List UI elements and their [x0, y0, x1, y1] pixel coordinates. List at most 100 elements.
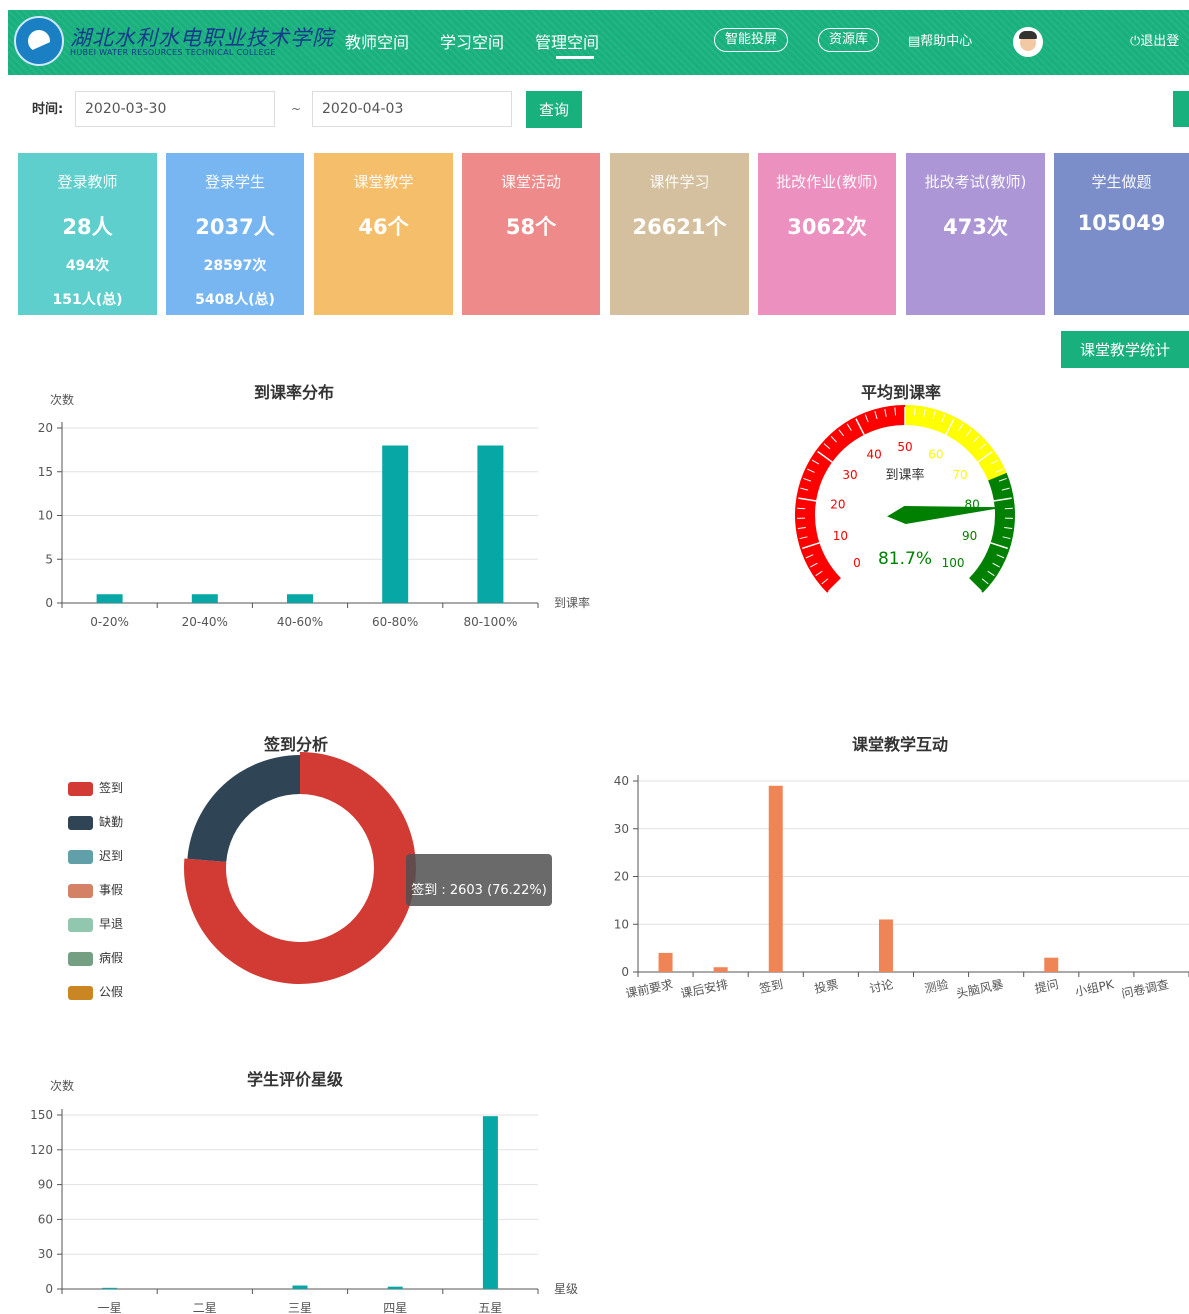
x-tick-label: 签到	[758, 976, 785, 996]
bar	[96, 594, 123, 603]
legend-item[interactable]: 公假	[68, 983, 124, 1000]
sign-in-analysis-donut	[184, 752, 416, 984]
classroom-interaction-title: 课堂教学互动	[852, 735, 949, 754]
y-tick-label: 30	[614, 822, 629, 836]
x-axis-label: 到课率	[554, 595, 590, 610]
y-tick-label: 20	[614, 870, 629, 884]
x-tick-label: 一星	[98, 1301, 122, 1314]
bar	[658, 952, 673, 972]
college-logo-subtext: HUBEI WATER RESOURCES TECHNICAL COLLEGE	[70, 48, 276, 57]
help-icon: ▤	[908, 34, 921, 49]
logout-button[interactable]: ⏻退出登	[1130, 30, 1179, 49]
time-label: 时间:	[32, 102, 64, 117]
bar	[878, 919, 893, 972]
top-navigation-bar: 湖北水利水电职业技术学院 HUBEI WATER RESOURCES TECHN…	[8, 10, 1189, 75]
card-title: 登录教师	[57, 173, 118, 191]
card-value: 46个	[358, 215, 409, 239]
end-date-input[interactable]	[312, 91, 512, 127]
card-title: 批改作业(教师)	[776, 173, 878, 191]
x-tick-label: 讨论	[868, 977, 894, 996]
gauge-tick-label: 10	[833, 529, 848, 543]
legend-item[interactable]: 事假	[68, 881, 124, 898]
average-attendance-gauge: 0102030405060708090100到课率81.7%	[795, 405, 1015, 593]
x-tick-label: 五星	[478, 1301, 502, 1314]
nav-manage-space[interactable]: 管理空间	[535, 29, 599, 53]
legend-swatch	[68, 985, 93, 1000]
legend-swatch	[68, 883, 93, 898]
legend-swatch	[68, 951, 93, 966]
card-value: 3062次	[787, 215, 867, 239]
legend-label: 公假	[99, 985, 124, 999]
date-separator: ~	[291, 102, 302, 116]
card-value: 2037人	[195, 215, 275, 239]
legend-item[interactable]: 早退	[68, 915, 123, 932]
x-tick-label: 0-20%	[90, 615, 129, 629]
x-tick-label: 40-60%	[277, 615, 323, 629]
side-tab-button[interactable]	[1173, 91, 1189, 127]
card-login-teachers: 登录教师 28人 494次 151人(总)	[18, 153, 157, 315]
query-button[interactable]: 查询	[526, 91, 582, 128]
card-value: 58个	[505, 215, 557, 239]
x-tick-label: 二星	[193, 1301, 217, 1314]
card-value: 26621个	[632, 215, 727, 239]
user-avatar[interactable]	[1013, 27, 1043, 57]
nav-study-space[interactable]: 学习空间	[440, 29, 504, 53]
help-center-link[interactable]: ▤帮助中心	[908, 30, 972, 49]
gauge-value: 81.7%	[878, 549, 932, 569]
legend-label: 事假	[99, 883, 124, 897]
y-tick-label: 10	[614, 917, 629, 931]
bar	[713, 967, 728, 972]
x-axis-label: 星级	[554, 1282, 578, 1296]
bar	[1044, 957, 1059, 972]
legend-item[interactable]: 迟到	[68, 847, 124, 864]
help-center-label: 帮助中心	[920, 34, 973, 49]
gauge-tick-label: 40	[866, 447, 881, 461]
bar	[768, 785, 783, 972]
logout-label: 退出登	[1140, 34, 1180, 49]
card-value: 105049	[1077, 211, 1166, 235]
legend-label: 迟到	[99, 849, 124, 863]
nav-teacher-space[interactable]: 教师空间	[345, 29, 409, 53]
legend-item[interactable]: 病假	[68, 949, 124, 966]
y-tick-label: 15	[38, 465, 53, 479]
y-tick-label: 20	[38, 421, 53, 435]
gauge-tick-label: 30	[842, 468, 857, 482]
start-date-input[interactable]	[75, 91, 275, 127]
x-tick-label: 80-100%	[463, 615, 517, 629]
y-axis-label: 次数	[50, 392, 74, 407]
card-courseware-study: 课件学习 26621个	[610, 153, 749, 315]
classroom-statistics-button[interactable]: 课堂教学统计	[1061, 331, 1189, 368]
gauge-tick-label: 90	[962, 529, 977, 543]
classroom-interaction-chart: 0 10 20 30 40 课前要求 课后安排 签到 投票 讨论 测验 头脑风暴 提问 小组PK 问卷调查	[614, 774, 1189, 1001]
legend-label: 病假	[99, 951, 124, 965]
gauge-tick	[797, 507, 806, 510]
gauge-tick-label: 100	[942, 556, 965, 570]
card-exam-grading: 批改考试(教师) 473次	[906, 153, 1045, 315]
y-tick-label: 0	[45, 1282, 53, 1296]
card-classroom-teaching: 课堂教学 46个	[314, 153, 453, 315]
smart-cast-button[interactable]: 智能投屏	[714, 28, 789, 52]
legend-item[interactable]: 缺勤	[68, 813, 123, 830]
y-tick-label: 0	[621, 965, 629, 979]
college-logo-icon[interactable]	[14, 16, 64, 66]
y-tick-label: 5	[45, 552, 53, 566]
legend-item[interactable]: 签到	[68, 779, 123, 796]
card-title: 批改考试(教师)	[924, 173, 1027, 191]
student-rating-chart: 0 30 60 90 120 150 一星 二星 三星 四星 五星 次数星级	[30, 1078, 578, 1314]
bar	[477, 445, 504, 603]
resource-library-button[interactable]: 资源库	[818, 28, 880, 52]
legend-swatch	[68, 815, 93, 830]
y-axis-label: 次数	[50, 1078, 74, 1093]
x-tick-label: 问卷调查	[1120, 976, 1170, 1001]
card-title: 登录学生	[204, 173, 265, 191]
y-tick-label: 150	[30, 1108, 53, 1122]
x-tick-label: 四星	[383, 1301, 407, 1314]
bar	[292, 1285, 308, 1289]
gauge-tick-label: 60	[928, 447, 943, 461]
card-homework-grading: 批改作业(教师) 3062次	[758, 153, 896, 315]
bar	[387, 1286, 403, 1289]
attendance-distribution-chart: 0 5 10 15 20 0-20% 20-40% 40-60% 60-80% 80-100% 次数…	[38, 392, 590, 629]
card-login-students: 登录学生 2037人 28597次 5408人(总)	[166, 153, 304, 315]
x-tick-label: 测验	[923, 976, 950, 996]
y-tick-label: 30	[38, 1247, 53, 1261]
